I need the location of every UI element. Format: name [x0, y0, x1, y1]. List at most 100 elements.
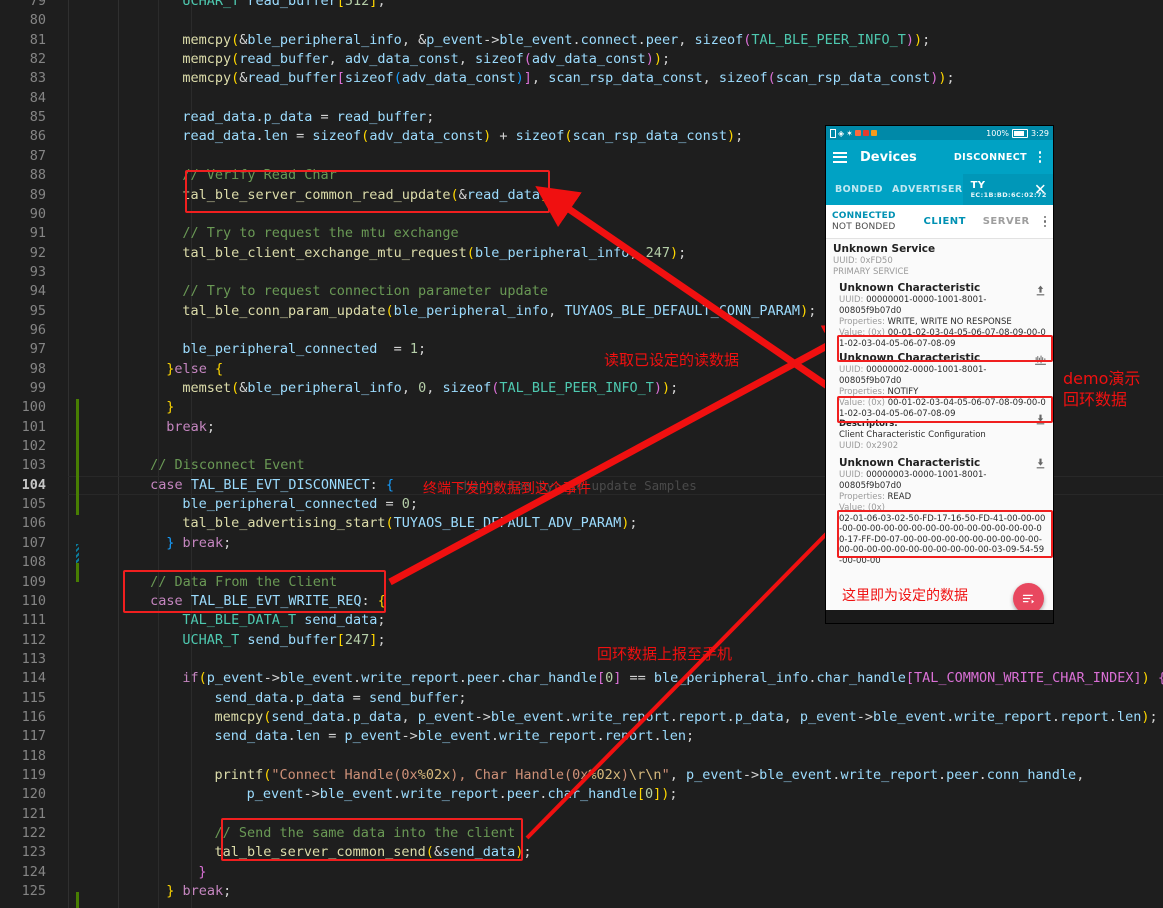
- line-number: 116: [21, 708, 46, 725]
- line-number: 110: [21, 592, 46, 609]
- code-text[interactable]: send_data.p_data = send_buffer;: [214, 689, 466, 708]
- code-line[interactable]: 124}: [0, 863, 1163, 882]
- highlight-box-common-send: [221, 818, 523, 861]
- code-line[interactable]: 81 memcpy(&ble_peripheral_info, &p_event-…: [0, 31, 1163, 50]
- tab-client[interactable]: CLIENT: [914, 216, 976, 227]
- overflow-menu-icon[interactable]: [1034, 151, 1046, 163]
- line-number: 86: [29, 128, 46, 145]
- code-text[interactable]: read_data.p_data = read_buffer;: [182, 108, 434, 127]
- code-text[interactable]: p_event->ble_event.write_report.peer.cha…: [247, 785, 678, 804]
- code-text[interactable]: if(p_event->ble_event.write_report.peer.…: [182, 669, 1163, 688]
- code-text[interactable]: break;: [166, 418, 215, 437]
- code-line[interactable]: 115 send_data.p_data = send_buffer;: [0, 689, 1163, 708]
- code-text[interactable]: memcpy(&ble_peripheral_info, &p_event->b…: [182, 31, 930, 50]
- phone-connection-bar[interactable]: CONNECTED NOT BONDED CLIENT SERVER: [826, 205, 1053, 239]
- characteristic-title: Unknown Characteristic: [839, 282, 981, 294]
- download-icon[interactable]: [1034, 457, 1047, 470]
- phone-highlight-write-value: [837, 335, 1053, 362]
- code-text[interactable]: } break;: [166, 534, 231, 553]
- tab-advertiser[interactable]: ADVERTISER: [892, 174, 963, 205]
- code-text[interactable]: send_data.len = p_event->ble_event.write…: [214, 727, 694, 746]
- code-text[interactable]: memset(&ble_peripheral_info, 0, sizeof(T…: [182, 379, 678, 398]
- code-line[interactable]: 125} break;: [0, 882, 1163, 901]
- code-text[interactable]: memcpy(send_data.p_data, p_event->ble_ev…: [214, 708, 1157, 727]
- line-number: 114: [21, 670, 46, 687]
- service-type: PRIMARY SERVICE: [833, 267, 909, 277]
- tab-server[interactable]: SERVER: [976, 216, 1038, 227]
- code-text[interactable]: ble_peripheral_connected = 1;: [182, 340, 426, 359]
- line-number: 105: [21, 496, 46, 513]
- code-line[interactable]: 82 memcpy(read_buffer, adv_data_const, si…: [0, 50, 1163, 69]
- code-text[interactable]: } break;: [166, 882, 231, 901]
- code-text[interactable]: read_data.len = sizeof(adv_data_const) +…: [182, 127, 743, 146]
- code-text[interactable]: memcpy(read_buffer, adv_data_const, size…: [182, 50, 670, 69]
- connection-overflow-icon[interactable]: [1037, 215, 1053, 228]
- code-line[interactable]: 117 send_data.len = p_event->ble_event.wr…: [0, 727, 1163, 746]
- line-number: 123: [21, 844, 46, 861]
- menu-icon[interactable]: [833, 151, 847, 163]
- characteristic-props: Properties: WRITE, WRITE NO RESPONSE: [839, 317, 1046, 328]
- bond-status-text: NOT BONDED: [832, 221, 896, 232]
- code-line[interactable]: 85 read_data.p_data = read_buffer;: [0, 108, 1163, 127]
- code-line[interactable]: 84: [0, 89, 1163, 108]
- line-number: 124: [21, 863, 46, 880]
- upload-icon[interactable]: [1034, 284, 1047, 297]
- code-text[interactable]: }: [166, 398, 174, 417]
- disconnect-button[interactable]: DISCONNECT: [954, 152, 1027, 163]
- code-text[interactable]: }else {: [166, 360, 223, 379]
- code-text[interactable]: case TAL_BLE_EVT_DISCONNECT: {: [150, 476, 394, 495]
- code-line[interactable]: 118: [0, 747, 1163, 766]
- characteristic-props: Properties: READ: [839, 492, 1046, 503]
- git-gutter-mark-add: [76, 892, 79, 908]
- code-line[interactable]: 83 memcpy(&read_buffer[sizeof(adv_data_co…: [0, 69, 1163, 88]
- code-line[interactable]: 121: [0, 805, 1163, 824]
- line-number: 90: [29, 205, 46, 222]
- code-line[interactable]: 113: [0, 650, 1163, 669]
- phone-tab-bar[interactable]: BONDED ADVERTISER TY EC:1B:BD:6C:02:72 ✕: [826, 174, 1053, 205]
- phone-annotation: 这里即为设定的数据: [842, 588, 968, 604]
- code-line[interactable]: 79 UCHAR_T read_buffer[512];: [0, 0, 1163, 11]
- tab-device[interactable]: TY EC:1B:BD:6C:02:72 ✕: [962, 174, 1053, 205]
- line-number: 104: [21, 476, 46, 493]
- git-gutter-mark-add: [76, 399, 79, 515]
- git-gutter-mark-add: [76, 563, 79, 582]
- app-badge-red-icon: [862, 130, 869, 136]
- code-text[interactable]: }: [198, 863, 206, 882]
- code-text[interactable]: ble_peripheral_connected = 0;: [182, 495, 418, 514]
- service-block[interactable]: Unknown Service UUID: 0xFD50 PRIMARY SER…: [826, 239, 1053, 280]
- code-text[interactable]: TAL_BLE_DATA_T send_data;: [182, 611, 385, 630]
- line-number: 84: [29, 89, 46, 106]
- close-icon[interactable]: ✕: [1034, 182, 1047, 197]
- phone-screenshot[interactable]: ◈ ✶ 100% 3:29 Devices DISCONNECT BONDED …: [826, 126, 1053, 623]
- code-text[interactable]: UCHAR_T send_buffer[247];: [182, 631, 385, 650]
- code-text[interactable]: UCHAR_T read_buffer[512];: [182, 0, 385, 11]
- line-number: 109: [21, 573, 46, 590]
- line-number: 121: [21, 805, 46, 822]
- code-text[interactable]: // Try to request the mtu exchange: [182, 224, 458, 243]
- code-line[interactable]: 116 memcpy(send_data.p_data, p_event->ble…: [0, 708, 1163, 727]
- tab-bonded[interactable]: BONDED: [826, 174, 892, 205]
- uuid-label: UUID:: [839, 295, 867, 305]
- code-text[interactable]: memcpy(&read_buffer[sizeof(adv_data_cons…: [182, 69, 954, 88]
- line-number: 85: [29, 109, 46, 126]
- props-value: WRITE, WRITE NO RESPONSE: [887, 317, 1012, 327]
- line-number: 91: [29, 225, 46, 242]
- code-line[interactable]: 119 printf("Connect Handle(0x%02x), Char …: [0, 766, 1163, 785]
- code-text[interactable]: tal_ble_client_exchange_mtu_request(ble_…: [182, 244, 686, 263]
- annotation-demo-line2: 回环数据: [1063, 390, 1128, 409]
- code-line[interactable]: 123 tal_ble_server_common_send(&send_data…: [0, 843, 1163, 862]
- code-line[interactable]: 122// Send the same data into the client: [0, 824, 1163, 843]
- code-line[interactable]: 112 UCHAR_T send_buffer[247];: [0, 631, 1163, 650]
- code-text[interactable]: // Try to request connection parameter u…: [182, 282, 548, 301]
- code-text[interactable]: // Disconnect Event: [150, 456, 304, 475]
- code-text[interactable]: tal_ble_conn_param_update(ble_peripheral…: [182, 302, 816, 321]
- code-text[interactable]: printf("Connect Handle(0x%02x), Char Han…: [214, 766, 1084, 785]
- sim-icon: [830, 128, 836, 138]
- code-line[interactable]: 80: [0, 11, 1163, 30]
- app-title: Devices: [860, 149, 917, 165]
- bluetooth-icon: ✶: [846, 128, 853, 138]
- characteristic-uuid: UUID: 00000001-0000-1001-8001-00805f9b07…: [839, 295, 1046, 317]
- code-line[interactable]: 114 if(p_event->ble_event.write_report.pe…: [0, 669, 1163, 688]
- code-line[interactable]: 120 p_event->ble_event.write_report.peer.…: [0, 785, 1163, 804]
- code-text[interactable]: tal_ble_advertising_start(TUYAOS_BLE_DEF…: [182, 514, 637, 533]
